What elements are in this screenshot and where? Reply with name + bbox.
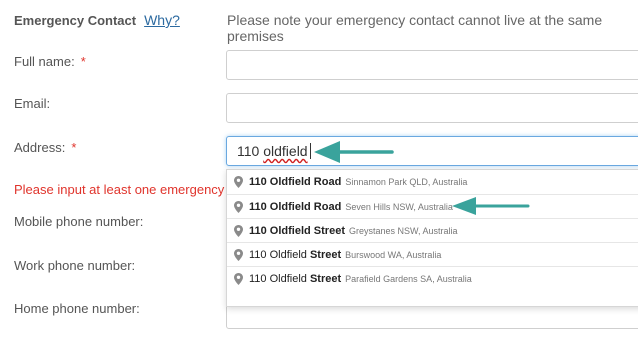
arrow-left-icon (314, 141, 394, 163)
work-phone-label: Work phone number: (14, 258, 136, 273)
suggestion-item[interactable]: 110 Oldfield Road Seven Hills NSW, Austra… (227, 194, 638, 218)
address-input[interactable]: 110 oldfield (226, 136, 638, 166)
premises-note: Please note your emergency contact canno… (227, 12, 603, 44)
home-phone-label: Home phone number: (14, 301, 140, 316)
mobile-phone-label: Mobile phone number: (14, 214, 144, 229)
suggestion-secondary: Seven Hills NSW, Australia (345, 201, 453, 212)
required-marker: * (71, 140, 77, 155)
map-pin-icon (232, 248, 244, 261)
suggestion-secondary: Burswood WA, Australia (345, 249, 442, 260)
suggestion-item[interactable]: 110 Oldfield Street Parafield Gardens SA,… (227, 266, 638, 290)
suggestion-item[interactable]: 110 Oldfield Street Greystanes NSW, Austr… (227, 218, 638, 242)
why-link[interactable]: Why? (144, 12, 180, 28)
map-pin-icon (232, 200, 244, 213)
section-header: Emergency Contact Why? (14, 12, 180, 30)
suggestion-item[interactable]: 110 Oldfield Street Burswood WA, Australi… (227, 242, 638, 266)
address-typed-misspelled: oldfield (263, 143, 308, 159)
required-marker: * (80, 54, 86, 69)
address-typed-text: 110 (237, 143, 264, 159)
suggestion-secondary: Sinnamon Park QLD, Australia (345, 177, 468, 187)
text-caret (309, 143, 311, 159)
full-name-label: Full name: (14, 54, 75, 69)
suggestion-secondary: Greystanes NSW, Australia (349, 225, 458, 236)
full-name-input[interactable] (226, 50, 638, 80)
address-label-row: Address: * (14, 139, 76, 157)
suggestion-item[interactable]: 110 Oldfield Road Sinnamon Park QLD, Aust… (227, 170, 638, 194)
suggestion-secondary: Parafield Gardens SA, Australia (345, 273, 472, 284)
error-message: Please input at least one emergency c (14, 182, 235, 197)
section-title: Emergency Contact (14, 13, 137, 28)
full-name-label-row: Full name: * (14, 53, 86, 71)
arrow-left-icon (452, 197, 530, 215)
map-pin-icon (232, 224, 244, 237)
map-pin-icon (232, 176, 244, 188)
email-label: Email: (14, 96, 51, 111)
map-pin-icon (232, 272, 244, 285)
email-input[interactable] (226, 93, 638, 123)
address-suggestions-dropdown: 110 Oldfield Road Sinnamon Park QLD, Aust… (226, 169, 638, 307)
address-label: Address: (14, 140, 66, 155)
